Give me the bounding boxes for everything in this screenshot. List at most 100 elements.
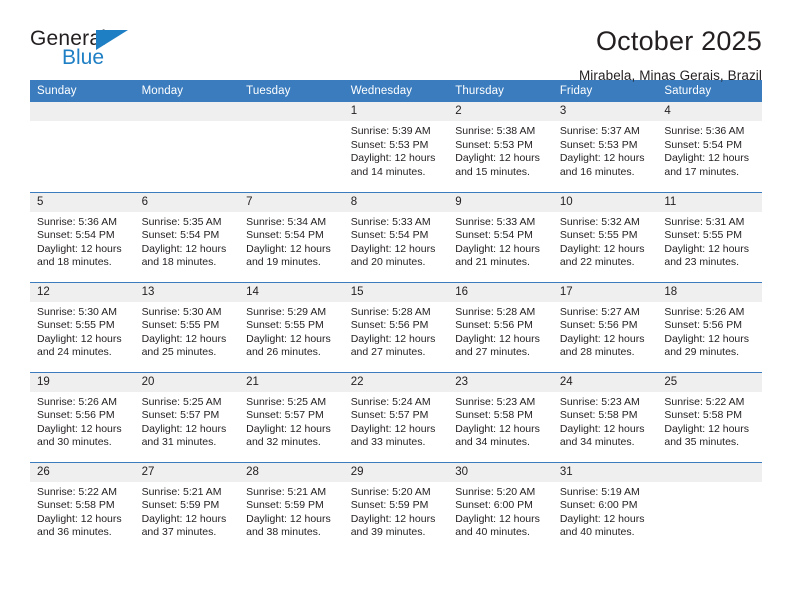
calendar-day-cell[interactable]: 31 Sunrise: 5:19 AM Sunset: 6:00 PM Dayligh… <box>552 461 658 552</box>
day-details: Sunrise: 5:32 AM Sunset: 5:55 PM Daylight:… <box>553 212 658 270</box>
daylight-duration-line2: and 28 minutes. <box>559 346 635 359</box>
calendar-day-cell[interactable]: 17 Sunrise: 5:27 AM Sunset: 5:56 PM Dayligh… <box>552 281 658 372</box>
calendar-day-cell[interactable]: 22 Sunrise: 5:24 AM Sunset: 5:57 PM Dayligh… <box>343 371 449 462</box>
sunset-time: Sunset: 5:59 PM <box>141 499 220 512</box>
sunset-time: Sunset: 5:56 PM <box>350 319 429 332</box>
daylight-duration-line1: Daylight: 12 hours <box>455 242 540 255</box>
day-details: Sunrise: 5:25 AM Sunset: 5:57 PM Daylight:… <box>239 392 344 450</box>
day-number: 5 <box>30 192 135 212</box>
calendar-day-cell[interactable]: 10 Sunrise: 5:32 AM Sunset: 5:55 PM Dayligh… <box>552 191 658 282</box>
daylight-duration-line1: Daylight: 12 hours <box>141 242 227 255</box>
calendar-day-cell[interactable]: 3 Sunrise: 5:37 AM Sunset: 5:53 PM Daylight… <box>552 102 658 192</box>
calendar-day-cell[interactable]: 29 Sunrise: 5:20 AM Sunset: 5:59 PM Dayligh… <box>343 461 449 552</box>
day-number: 24 <box>552 372 658 392</box>
sunset-time: Sunset: 5:59 PM <box>246 499 324 512</box>
calendar-day-cell[interactable]: 11 Sunrise: 5:31 AM Sunset: 5:55 PM Dayligh… <box>657 191 762 282</box>
location-subtitle: Mirabela, Minas Gerais, Brazil <box>578 68 762 84</box>
weekday-header-wednesday: Wednesday <box>343 80 449 102</box>
sunset-time: Sunset: 5:55 PM <box>37 319 115 332</box>
calendar-day-cell[interactable]: 2 Sunrise: 5:38 AM Sunset: 5:53 PM Daylight… <box>448 102 553 192</box>
calendar-day-cell[interactable]: 15 Sunrise: 5:28 AM Sunset: 5:56 PM Dayligh… <box>343 281 449 372</box>
day-number: 9 <box>448 192 553 212</box>
calendar-day-cell[interactable]: 13 Sunrise: 5:30 AM Sunset: 5:55 PM Dayligh… <box>134 281 240 372</box>
daylight-duration-line1: Daylight: 12 hours <box>37 332 122 345</box>
day-details: Sunrise: 5:33 AM Sunset: 5:54 PM Daylight:… <box>344 212 449 270</box>
weekday-header-row: Sunday Monday Tuesday Wednesday Thursday… <box>30 80 762 102</box>
day-details: Sunrise: 5:27 AM Sunset: 5:56 PM Daylight:… <box>553 302 658 360</box>
day-details: Sunrise: 5:21 AM Sunset: 5:59 PM Daylight:… <box>135 482 240 540</box>
daylight-duration-line1: Daylight: 12 hours <box>350 152 436 165</box>
sunrise-time: Sunrise: 5:30 AM <box>141 305 222 318</box>
daylight-duration-line1: Daylight: 12 hours <box>350 242 436 255</box>
day-number: 7 <box>239 192 344 212</box>
day-number: 12 <box>30 282 135 302</box>
sunset-time: Sunset: 5:56 PM <box>664 319 743 332</box>
calendar-day-cell[interactable]: 28 Sunrise: 5:21 AM Sunset: 5:59 PM Dayligh… <box>239 461 344 552</box>
daylight-duration-line2: and 22 minutes. <box>559 256 635 269</box>
day-number: 14 <box>239 282 344 302</box>
calendar-day-cell[interactable]: 5 Sunrise: 5:36 AM Sunset: 5:54 PM Daylight… <box>30 191 135 282</box>
day-number: 10 <box>552 192 658 212</box>
day-number: 15 <box>343 282 449 302</box>
day-details: Sunrise: 5:28 AM Sunset: 5:56 PM Daylight:… <box>344 302 449 360</box>
sunset-time: Sunset: 5:53 PM <box>455 138 533 151</box>
calendar-day-cell[interactable]: 8 Sunrise: 5:33 AM Sunset: 5:54 PM Daylight… <box>343 191 449 282</box>
daylight-duration-line1: Daylight: 12 hours <box>37 512 122 525</box>
weekday-header-sunday: Sunday <box>30 80 135 102</box>
calendar-day-cell[interactable]: 23 Sunrise: 5:23 AM Sunset: 5:58 PM Dayligh… <box>448 371 553 462</box>
daylight-duration-line1: Daylight: 12 hours <box>246 512 331 525</box>
day-details: Sunrise: 5:20 AM Sunset: 6:00 PM Daylight:… <box>448 482 553 540</box>
daylight-duration-line1: Daylight: 12 hours <box>350 332 436 345</box>
sunset-time: Sunset: 5:56 PM <box>37 409 115 422</box>
calendar-day-cell[interactable]: 9 Sunrise: 5:33 AM Sunset: 5:54 PM Daylight… <box>448 191 553 282</box>
calendar-day-cell[interactable]: 19 Sunrise: 5:26 AM Sunset: 5:56 PM Dayligh… <box>30 371 135 462</box>
day-number: 30 <box>448 462 553 482</box>
day-details: Sunrise: 5:20 AM Sunset: 5:59 PM Daylight:… <box>344 482 449 540</box>
calendar-day-cell[interactable]: 21 Sunrise: 5:25 AM Sunset: 5:57 PM Dayligh… <box>239 371 344 462</box>
calendar-day-cell[interactable]: 6 Sunrise: 5:35 AM Sunset: 5:54 PM Daylight… <box>134 191 240 282</box>
daylight-duration-line1: Daylight: 12 hours <box>559 152 645 165</box>
day-details: Sunrise: 5:36 AM Sunset: 5:54 PM Daylight:… <box>657 121 762 179</box>
sunrise-time: Sunrise: 5:33 AM <box>350 215 431 228</box>
page-title: October 2025 <box>595 26 762 56</box>
day-details: Sunrise: 5:26 AM Sunset: 5:56 PM Daylight:… <box>657 302 762 360</box>
calendar-day-cell[interactable]: 27 Sunrise: 5:21 AM Sunset: 5:59 PM Dayligh… <box>134 461 240 552</box>
day-details: Sunrise: 5:38 AM Sunset: 5:53 PM Daylight:… <box>448 121 553 179</box>
calendar-day-cell[interactable]: 20 Sunrise: 5:25 AM Sunset: 5:57 PM Dayligh… <box>134 371 240 462</box>
daylight-duration-line2: and 33 minutes. <box>350 436 426 449</box>
daylight-duration-line2: and 17 minutes. <box>664 165 740 178</box>
sunrise-time: Sunrise: 5:36 AM <box>37 215 117 228</box>
calendar-day-cell[interactable]: 24 Sunrise: 5:23 AM Sunset: 5:58 PM Dayligh… <box>552 371 658 462</box>
daylight-duration-line1: Daylight: 12 hours <box>664 242 750 255</box>
day-number: 4 <box>657 102 762 121</box>
calendar-week-row: 5 Sunrise: 5:36 AM Sunset: 5:54 PM Daylight… <box>30 191 762 282</box>
sunset-time: Sunset: 5:57 PM <box>141 409 220 422</box>
sunset-time: Sunset: 5:53 PM <box>350 138 429 151</box>
daylight-duration-line1: Daylight: 12 hours <box>559 512 645 525</box>
day-details: Sunrise: 5:24 AM Sunset: 5:57 PM Daylight:… <box>344 392 449 450</box>
calendar-day-cell[interactable]: 26 Sunrise: 5:22 AM Sunset: 5:58 PM Dayligh… <box>30 461 135 552</box>
sunset-time: Sunset: 5:54 PM <box>455 229 533 242</box>
calendar-day-cell[interactable]: 12 Sunrise: 5:30 AM Sunset: 5:55 PM Dayligh… <box>30 281 135 372</box>
calendar-day-cell[interactable]: 30 Sunrise: 5:20 AM Sunset: 6:00 PM Dayligh… <box>448 461 553 552</box>
calendar-day-cell[interactable]: 4 Sunrise: 5:36 AM Sunset: 5:54 PM Daylight… <box>657 102 762 192</box>
calendar-day-cell[interactable]: 25 Sunrise: 5:22 AM Sunset: 5:58 PM Dayligh… <box>657 371 762 462</box>
daylight-duration-line1: Daylight: 12 hours <box>350 422 436 435</box>
sunrise-time: Sunrise: 5:38 AM <box>455 125 536 137</box>
calendar-day-cell[interactable]: 1 Sunrise: 5:39 AM Sunset: 5:53 PM Daylight… <box>343 102 449 192</box>
general-blue-logo[interactable]: General Blue <box>30 26 140 74</box>
sunrise-time: Sunrise: 5:28 AM <box>455 305 536 318</box>
calendar-day-cell[interactable]: 18 Sunrise: 5:26 AM Sunset: 5:56 PM Dayligh… <box>657 281 762 372</box>
weekday-header-tuesday: Tuesday <box>239 80 344 102</box>
daylight-duration-line2: and 30 minutes. <box>37 436 112 449</box>
calendar-body: 1 Sunrise: 5:39 AM Sunset: 5:53 PM Daylight… <box>30 102 762 552</box>
calendar-day-cell[interactable]: 14 Sunrise: 5:29 AM Sunset: 5:55 PM Dayligh… <box>239 281 344 372</box>
calendar-day-cell[interactable]: 16 Sunrise: 5:28 AM Sunset: 5:56 PM Dayligh… <box>448 281 553 372</box>
daylight-duration-line1: Daylight: 12 hours <box>455 152 540 165</box>
sunrise-time: Sunrise: 5:23 AM <box>559 395 640 408</box>
sunrise-time: Sunrise: 5:22 AM <box>664 395 745 408</box>
calendar-day-cell[interactable]: 7 Sunrise: 5:34 AM Sunset: 5:54 PM Daylight… <box>239 191 344 282</box>
daylight-duration-line2: and 23 minutes. <box>664 256 740 269</box>
weekday-header-saturday: Saturday <box>657 80 762 102</box>
sunrise-sunset-calendar: Sunday Monday Tuesday Wednesday Thursday… <box>30 80 762 552</box>
